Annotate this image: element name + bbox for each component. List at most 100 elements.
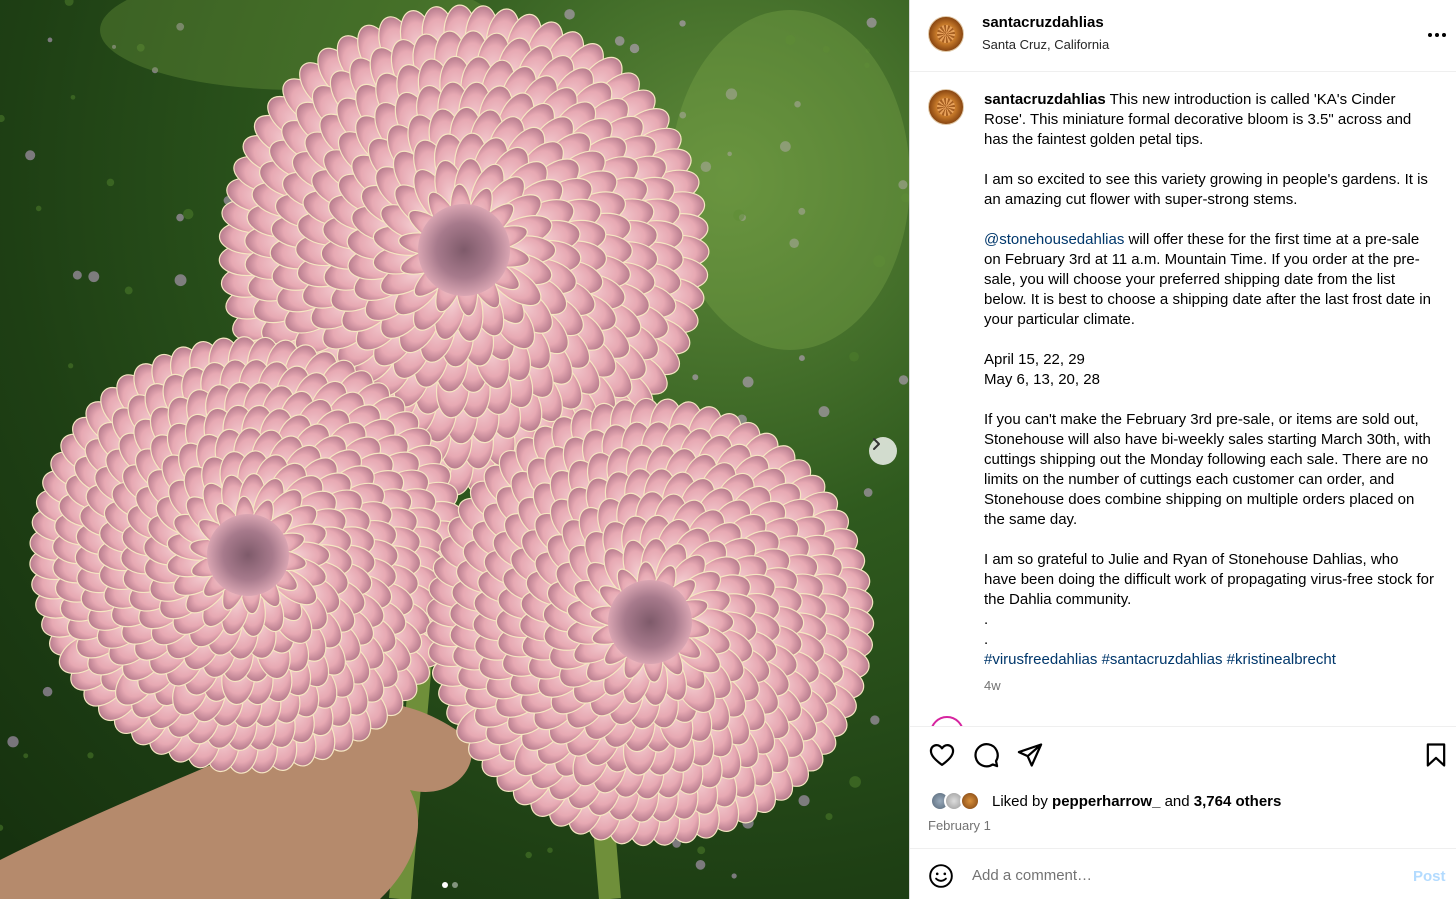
background-flower (898, 375, 909, 385)
background-flower (87, 752, 94, 759)
background-flower (174, 274, 187, 287)
caption-paragraph: I am so excited to see this variety grow… (984, 171, 1428, 208)
carousel-dot (452, 882, 458, 888)
post-comment-button[interactable]: Post (1413, 868, 1446, 885)
more-horizontal-icon (1428, 33, 1446, 37)
carousel-dot-active (442, 882, 448, 888)
background-flower (849, 776, 861, 788)
dahlia-bloom (425, 397, 875, 847)
background-flower (863, 488, 873, 497)
liked-by-user-link[interactable]: pepperharrow_ (1052, 793, 1160, 810)
paper-plane-icon (1017, 743, 1043, 767)
background-flower (695, 860, 706, 870)
emoji-picker-button[interactable] (928, 863, 954, 889)
background-flower (124, 286, 133, 295)
background-flower (23, 753, 29, 759)
background-flower (88, 271, 100, 283)
background-flower (614, 36, 625, 46)
like-button[interactable] (928, 741, 956, 769)
background-flower (679, 20, 686, 27)
background-flower (697, 846, 706, 855)
heart-icon (929, 743, 955, 767)
carousel-indicator (442, 882, 458, 888)
background-flower (692, 374, 699, 381)
hashtag-link[interactable]: #virusfreedahlias (984, 651, 1097, 668)
smiley-icon (929, 864, 953, 888)
caption-paragraph: santacruzdahlias This new introduction i… (984, 90, 1434, 150)
dahlia-bloom (29, 336, 467, 774)
background-flower (818, 406, 830, 418)
post-location[interactable]: Santa Cruz, California (982, 37, 1109, 52)
share-button[interactable] (1016, 741, 1044, 769)
comment-avatar-ring[interactable] (930, 716, 964, 726)
post-sidebar: santacruzdahlias Santa Cruz, California … (909, 0, 1456, 899)
carousel-next-button[interactable] (869, 437, 897, 465)
background-flower (183, 208, 194, 220)
background-flower (42, 686, 53, 697)
dates-line: April 15, 22, 29 (984, 351, 1085, 368)
hashtag-link[interactable]: #santacruzdahlias (1102, 651, 1223, 668)
shipping-dates: April 15, 22, 29 May 6, 13, 20, 28 (984, 350, 1434, 390)
background-flower (798, 795, 810, 807)
likes-prefix: Liked by (992, 793, 1053, 810)
comment-bubble-icon (974, 743, 999, 768)
caption-paragraph: If you can't make the February 3rd pre-s… (984, 411, 1431, 528)
caption-dot: . (984, 611, 989, 628)
mention-link[interactable]: @stonehousedahlias (984, 231, 1124, 248)
background-flower (866, 17, 877, 28)
caption-paragraph: I am so grateful to Julie and Ryan of St… (984, 551, 1434, 608)
background-flower (731, 873, 737, 879)
background-flower (849, 351, 859, 362)
background-flower (629, 43, 640, 54)
dahlia-photo-illustration (0, 0, 909, 899)
background-flower (0, 824, 4, 831)
comment-input[interactable] (972, 863, 1392, 887)
comments-scroll-area[interactable]: santacruzdahlias This new introduction i… (910, 72, 1456, 726)
add-comment-bar: Post (910, 848, 1456, 899)
likes-summary: Liked by pepperharrow_ and 3,764 others (992, 793, 1281, 810)
author-avatar[interactable] (928, 16, 964, 52)
background-flower (106, 178, 115, 187)
chevron-right-icon (873, 438, 880, 450)
caption-paragraph: @stonehousedahlias will offer these for … (984, 230, 1434, 330)
background-flower (564, 9, 575, 20)
background-flower (798, 355, 805, 362)
post-date[interactable]: February 1 (928, 818, 991, 833)
avatar (960, 791, 980, 811)
background-flower (870, 715, 880, 725)
sunlit-foliage (670, 10, 909, 350)
caption-timestamp[interactable]: 4w (984, 676, 1434, 696)
post-header: santacruzdahlias Santa Cruz, California (910, 0, 1456, 72)
save-button[interactable] (1422, 741, 1450, 769)
post-actions: Liked by pepperharrow_ and 3,764 others … (910, 726, 1456, 848)
background-flower (35, 205, 42, 212)
background-flower (68, 363, 74, 369)
post-photo[interactable] (0, 0, 909, 899)
post-caption: santacruzdahlias This new introduction i… (984, 90, 1434, 696)
caption-author-avatar[interactable] (928, 89, 964, 125)
background-flower (825, 813, 833, 821)
likes-count-link[interactable]: 3,764 others (1194, 793, 1282, 810)
caption-username[interactable]: santacruzdahlias (984, 91, 1106, 108)
background-flower (525, 851, 532, 859)
background-flower (64, 0, 74, 6)
dates-line: May 6, 13, 20, 28 (984, 371, 1100, 388)
background-flower (47, 37, 53, 43)
author-username[interactable]: santacruzdahlias (982, 14, 1104, 31)
more-options-button[interactable] (1424, 22, 1450, 48)
liked-by-avatars[interactable] (930, 791, 988, 813)
background-flower (176, 213, 184, 222)
comment-button[interactable] (972, 741, 1000, 769)
background-flower (7, 736, 19, 748)
background-flower (72, 270, 82, 280)
hashtags: #virusfreedahlias #santacruzdahlias #kri… (984, 650, 1434, 670)
background-flower (0, 114, 5, 123)
background-flower (25, 150, 36, 161)
background-flower (547, 847, 553, 853)
hashtag-link[interactable]: #kristinealbrecht (1227, 651, 1336, 668)
likes-conjunction: and (1160, 793, 1194, 810)
background-flower (70, 94, 76, 100)
caption-dot: . (984, 631, 989, 648)
background-flower (742, 376, 754, 388)
bookmark-icon (1426, 743, 1446, 767)
